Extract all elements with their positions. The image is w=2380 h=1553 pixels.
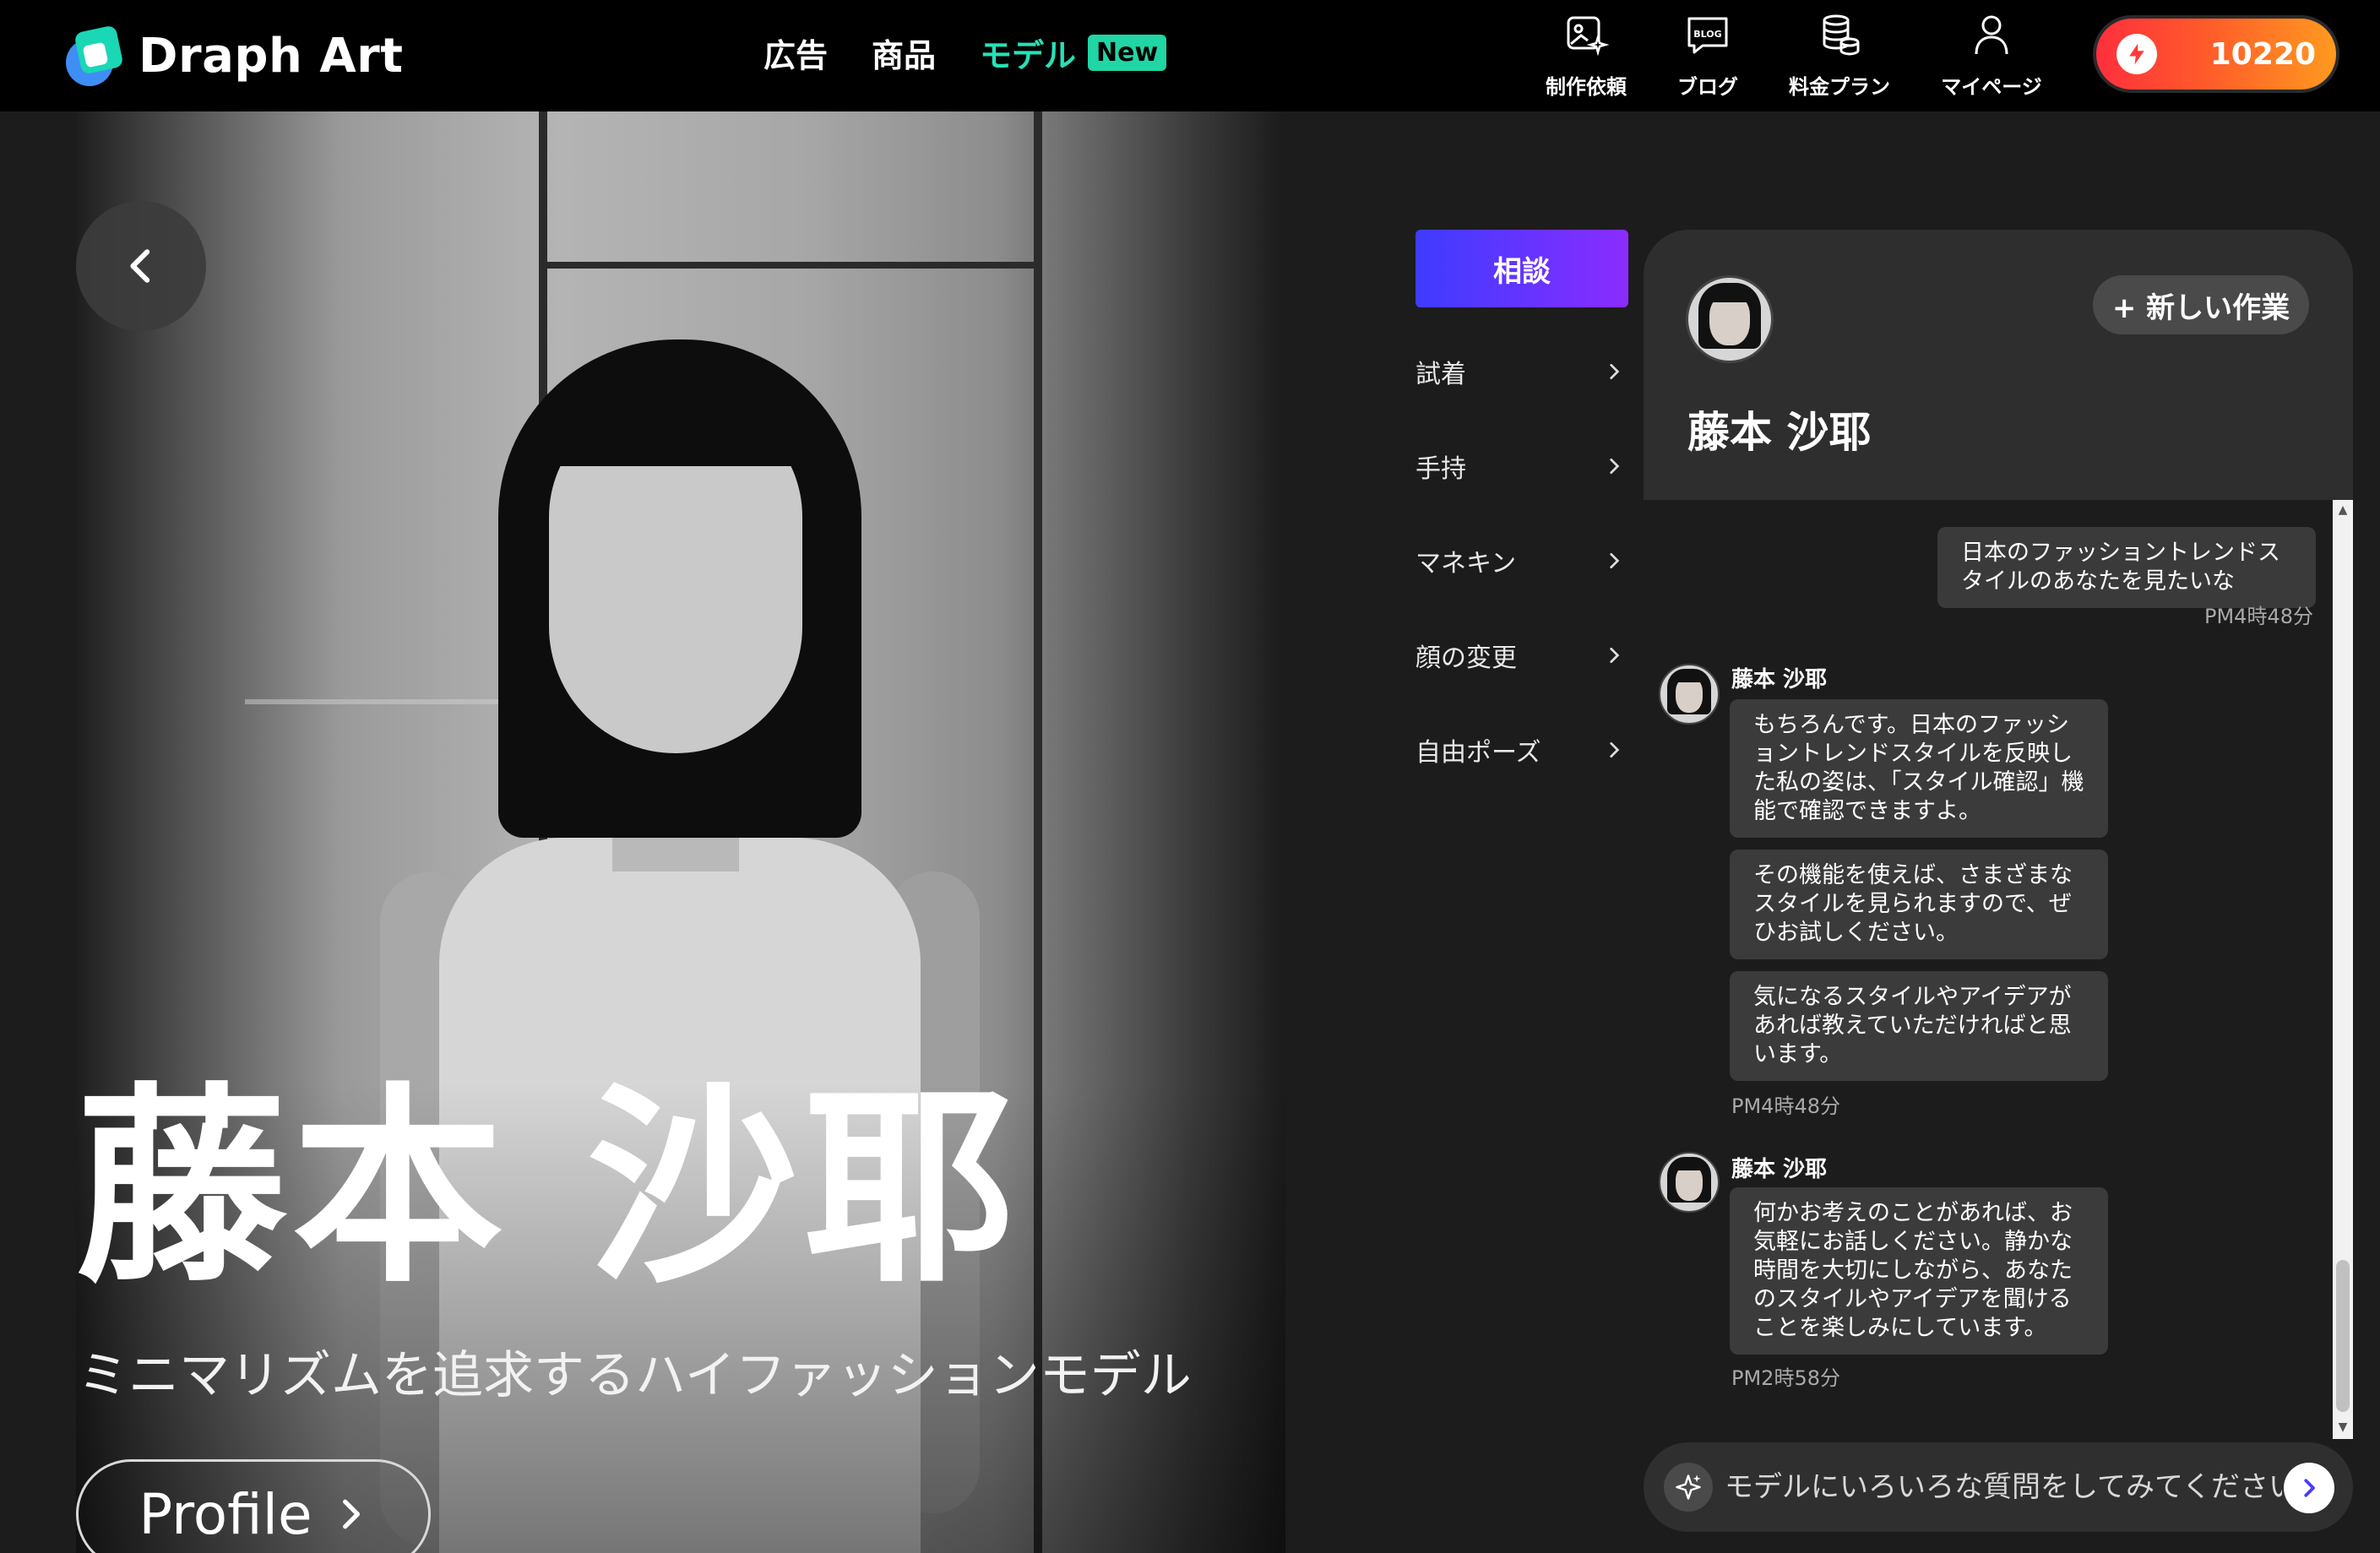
sparkle-icon bbox=[1664, 1463, 1713, 1512]
chevron-right-icon bbox=[1610, 647, 1620, 664]
avatar bbox=[1659, 1152, 1720, 1213]
avatar bbox=[1659, 664, 1720, 725]
message-line: ョントレンドスタイルを反映し bbox=[1753, 741, 2073, 767]
chat-header: 藤本 沙耶 + 新しい作業 bbox=[1644, 230, 2353, 500]
coins-icon bbox=[1823, 14, 1860, 56]
chat-panel: 藤本 沙耶 + 新しい作業 日本のファッショントレンドス タイルのあなたを見たい… bbox=[1644, 230, 2353, 1553]
utility-mypage[interactable]: マイページ bbox=[1941, 12, 2042, 100]
main-nav: 広告 商品 モデル New bbox=[763, 27, 1167, 78]
utility-request[interactable]: 制作依頼 bbox=[1542, 12, 1630, 100]
message-line: ことを楽しみにしています。 bbox=[1753, 1315, 2047, 1341]
chevron-right-icon bbox=[1610, 458, 1620, 475]
chevron-right-icon bbox=[2304, 1479, 2315, 1497]
profile-button-label: Profile bbox=[139, 1481, 312, 1547]
credit-balance-button[interactable]: 10220 bbox=[2093, 15, 2339, 93]
credit-count: 10220 bbox=[2209, 36, 2316, 72]
chat-messages[interactable]: 日本のファッショントレンドス タイルのあなたを見たいな PM4時48分 藤本 沙… bbox=[1644, 500, 2353, 1439]
model-tagline: ミニマリズムを追求するハイファッションモデル bbox=[78, 1346, 1192, 1405]
utility-pricing[interactable]: 料金プラン bbox=[1787, 12, 1892, 100]
message-line: 何かお考えのことがあれば、お bbox=[1753, 1200, 2073, 1226]
send-button[interactable] bbox=[2284, 1463, 2334, 1513]
blog-icon: BLOG bbox=[1687, 17, 1728, 54]
model-message-bubble: もちろんです。日本のファッシ ョントレンドスタイルを反映し た私の姿は、「スタイ… bbox=[1730, 699, 2108, 838]
chevron-right-icon bbox=[1610, 363, 1620, 380]
lightning-icon bbox=[2116, 34, 2157, 74]
model-message-bubble: その機能を使えば、さまざまな スタイルを見られますので、ぜ ひお試しください。 bbox=[1730, 850, 2108, 959]
scroll-up-icon[interactable]: ▲ bbox=[2336, 503, 2350, 517]
message-timestamp: PM2時58分 bbox=[1731, 1366, 1840, 1390]
back-button[interactable] bbox=[76, 201, 206, 331]
message-line: います。 bbox=[1753, 1041, 1843, 1067]
nav-products[interactable]: 商品 bbox=[872, 30, 936, 76]
utility-label: 料金プラン bbox=[1789, 75, 1890, 99]
message-line: ひお試しください。 bbox=[1753, 920, 1959, 946]
model-message-bubble: 気になるスタイルやアイデアが あれば教えていただければと思 います。 bbox=[1730, 971, 2108, 1081]
brand-logo[interactable]: Draph Art bbox=[66, 24, 404, 88]
sender-name: 藤本 沙耶 bbox=[1731, 1157, 1828, 1182]
top-header: Draph Art 広告 商品 モデル New 制作依頼 BLOG ブログ 料金… bbox=[0, 0, 2380, 111]
chevron-right-icon bbox=[1610, 741, 1620, 758]
message-line: あれば教えていただければと思 bbox=[1753, 1013, 2072, 1039]
message-line: タイルのあなたを見たいな bbox=[1961, 568, 2235, 595]
scrollbar-thumb[interactable] bbox=[2336, 1260, 2350, 1412]
message-timestamp: PM4時48分 bbox=[1731, 1094, 1840, 1118]
message-line: 気軽にお話しください。静かな bbox=[1753, 1229, 2073, 1255]
nav-ads[interactable]: 広告 bbox=[763, 30, 828, 76]
message-line: た私の姿は、「スタイル確認」機 bbox=[1753, 769, 2084, 796]
menu-item-mannequin[interactable]: マネキン bbox=[1416, 535, 1623, 586]
message-line: スタイルを見られますので、ぜ bbox=[1753, 891, 2072, 917]
menu-item-label: 自由ポーズ bbox=[1416, 738, 1541, 768]
chat-scrollbar[interactable]: ▲ ▼ bbox=[2333, 500, 2353, 1439]
menu-item-handheld[interactable]: 手持 bbox=[1416, 441, 1623, 491]
message-line: 時間を大切にしながら、あなた bbox=[1753, 1257, 2073, 1284]
user-message-bubble: 日本のファッショントレンドス タイルのあなたを見たいな bbox=[1937, 527, 2316, 608]
chat-input-bar bbox=[1644, 1442, 2353, 1532]
user-icon bbox=[1975, 15, 2008, 55]
menu-item-label: 手持 bbox=[1416, 454, 1466, 484]
utility-blog[interactable]: BLOG ブログ bbox=[1665, 12, 1750, 100]
profile-button[interactable]: Profile bbox=[76, 1459, 431, 1553]
utility-label: マイページ bbox=[1941, 75, 2042, 99]
model-message-bubble: 何かお考えのことがあれば、お 気軽にお話しください。静かな 時間を大切にしながら… bbox=[1730, 1187, 2108, 1355]
menu-item-face-change[interactable]: 顔の変更 bbox=[1416, 630, 1623, 681]
scroll-down-icon[interactable]: ▼ bbox=[2336, 1420, 2350, 1434]
message-line: のスタイルやアイデアを聞ける bbox=[1753, 1286, 2072, 1312]
menu-item-tryon[interactable]: 試着 bbox=[1416, 346, 1623, 397]
message-line: もちろんです。日本のファッシ bbox=[1753, 712, 2069, 738]
nav-model[interactable]: モデル bbox=[980, 30, 1076, 76]
chat-question-input[interactable] bbox=[1725, 1462, 2282, 1512]
menu-item-free-pose[interactable]: 自由ポーズ bbox=[1416, 725, 1623, 775]
avatar bbox=[1686, 275, 1774, 363]
message-line: 日本のファッショントレンドス bbox=[1961, 540, 2280, 566]
brand-name: Draph Art bbox=[139, 28, 404, 84]
menu-item-label: 試着 bbox=[1416, 360, 1466, 389]
message-line: その機能を使えば、さまざまな bbox=[1753, 862, 2073, 888]
new-badge: New bbox=[1088, 34, 1167, 71]
image-request-icon bbox=[1567, 16, 1610, 57]
message-timestamp: PM4時48分 bbox=[2204, 605, 2313, 628]
blog-icon-text: BLOG bbox=[1693, 29, 1721, 40]
menu-item-label: マネキン bbox=[1416, 549, 1517, 578]
message-line: 能で確認できますよ。 bbox=[1753, 798, 1981, 824]
menu-consult-active[interactable]: 相談 bbox=[1416, 230, 1628, 307]
chat-model-name: 藤本 沙耶 bbox=[1687, 408, 1872, 457]
message-line: 気になるスタイルやアイデアが bbox=[1753, 984, 2072, 1010]
utility-label: 制作依頼 bbox=[1546, 75, 1627, 99]
utility-label: ブログ bbox=[1677, 75, 1738, 99]
menu-item-label: 顔の変更 bbox=[1416, 643, 1517, 673]
model-name-heading: 藤本 沙耶 bbox=[76, 1065, 1020, 1311]
sender-name: 藤本 沙耶 bbox=[1731, 667, 1828, 692]
chevron-right-icon bbox=[342, 1499, 360, 1529]
new-task-button[interactable]: + 新しい作業 bbox=[2093, 275, 2309, 334]
logo-icon bbox=[66, 24, 127, 86]
chevron-right-icon bbox=[1610, 552, 1620, 569]
chevron-left-icon bbox=[130, 249, 150, 283]
